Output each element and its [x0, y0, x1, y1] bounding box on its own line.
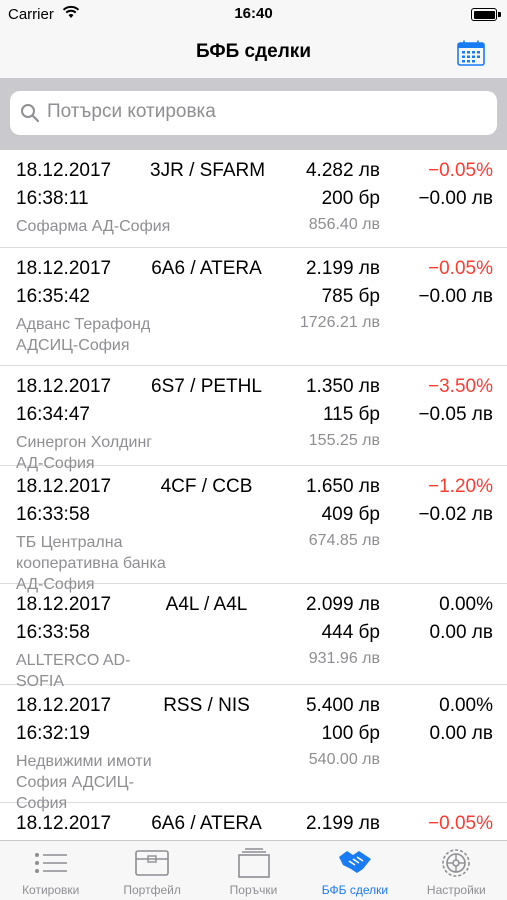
trade-total: 931.96 лв	[308, 650, 380, 667]
trade-total: 155.25 лв	[308, 432, 380, 449]
company-name: Адванс Терафонд АДСИЦ-София	[16, 316, 151, 354]
portfolio-icon	[135, 850, 169, 876]
trade-total: 540.00 лв	[308, 751, 380, 768]
trade-change-percent: −0.05%	[428, 258, 493, 279]
company-name: Софарма АД-София	[16, 218, 171, 235]
trade-time: 16:33:58	[16, 622, 90, 643]
trade-time: 16:32:19	[16, 723, 90, 744]
trade-row[interactable]: 18.12.2017 16:33:58 4CF / CCB 1.650 лв 409 б…	[0, 466, 507, 593]
trade-symbol: 3JR / SFARM	[150, 160, 266, 181]
search-bar-container: Потърси котировка	[0, 78, 507, 150]
trade-price: 1.650 лв	[305, 476, 380, 497]
search-input[interactable]: Потърси котировка	[10, 91, 497, 135]
trade-row[interactable]: 18.12.2017 16:33:58 A4L / A4L 2.099 лв 444 б…	[0, 584, 507, 690]
trade-date: 18.12.2017	[16, 476, 112, 497]
trade-quantity: 409 бр	[321, 504, 380, 525]
trade-price: 2.199 лв	[305, 813, 380, 834]
trade-quantity: 115 бр	[322, 404, 380, 425]
trade-row[interactable]: 18.12.2017 16:38:11 3JR / SFARM 4.282 лв 200…	[0, 150, 507, 248]
tab-label-bse-trades: БФБ сделки	[321, 883, 389, 897]
battery-icon	[471, 8, 497, 21]
page-title: БФБ сделки	[195, 41, 311, 62]
trade-symbol: 6A6 / ATERA	[151, 813, 262, 834]
trade-quantity: 200 бр	[321, 188, 380, 209]
trade-total: 856.40 лв	[308, 216, 380, 233]
list-icon	[34, 853, 67, 873]
trade-change-value: 0.00 лв	[429, 622, 493, 643]
trade-date: 18.12.2017	[16, 376, 112, 397]
tab-portfolio[interactable]: Портфейл	[101, 841, 202, 900]
trade-row[interactable]: 18.12.2017 16:34:47 6S7 / PETHL 1.350 лв 115…	[0, 366, 507, 472]
trade-symbol: 6S7 / PETHL	[151, 376, 262, 397]
calendar-icon[interactable]	[457, 40, 485, 66]
trade-date: 18.12.2017	[16, 594, 112, 615]
status-bar: Carrier 16:40	[0, 0, 507, 28]
tab-orders[interactable]: Поръчки	[203, 841, 304, 900]
trade-date: 18.12.2017	[16, 813, 112, 834]
trade-date: 18.12.2017	[16, 695, 112, 716]
tab-bar: Котировки Портфейл Поръчки БФБ сделки На…	[0, 840, 507, 900]
tab-bse-trades[interactable]: БФБ сделки	[304, 841, 405, 900]
trade-change-value: −0.02 лв	[418, 504, 493, 525]
search-icon	[21, 104, 40, 123]
trades-list[interactable]: 18.12.2017 16:38:11 3JR / SFARM 4.282 лв 200…	[0, 150, 507, 840]
trade-change-value: −0.00 лв	[418, 188, 493, 209]
trade-date: 18.12.2017	[16, 258, 112, 279]
status-time: 16:40	[234, 5, 273, 22]
handshake-icon	[338, 851, 371, 873]
orders-icon	[237, 848, 270, 878]
tab-label-orders: Поръчки	[229, 883, 278, 897]
trade-quantity: 444 бр	[321, 622, 380, 643]
trade-change-value: −0.05 лв	[418, 404, 493, 425]
trade-change-value: −0.00 лв	[418, 286, 493, 307]
trade-symbol: 6A6 / ATERA	[151, 258, 262, 279]
trade-time: 16:34:47	[16, 404, 90, 425]
trade-change-percent: −3.50%	[428, 376, 493, 397]
navigation-bar: БФБ сделки	[0, 28, 507, 78]
trade-change-value: 0.00 лв	[429, 723, 493, 744]
trade-change-percent: −1.20%	[428, 476, 493, 497]
trade-time: 16:38:11	[16, 188, 89, 209]
trade-change-percent: −0.05%	[428, 160, 493, 181]
trade-price: 2.199 лв	[305, 258, 380, 279]
trade-row[interactable]: 18.12.2017 16:32:19 RSS / NIS 5.400 лв 100 б…	[0, 685, 507, 812]
trade-row[interactable]: 18.12.2017 16:35:42 6A6 / ATERA 2.199 лв 785…	[0, 248, 507, 366]
trade-price: 1.350 лв	[305, 376, 380, 397]
trade-change-percent: −0.05%	[428, 813, 493, 834]
tab-settings[interactable]: Настройки	[406, 841, 507, 900]
trade-total: 674.85 лв	[308, 532, 380, 549]
battery-tip	[498, 12, 501, 17]
trade-quantity: 100 бр	[321, 723, 380, 744]
tab-label-portfolio: Портфейл	[123, 883, 181, 897]
trade-price: 2.099 лв	[305, 594, 380, 615]
trade-price: 5.400 лв	[305, 695, 380, 716]
trade-symbol: RSS / NIS	[163, 695, 250, 716]
tab-label-quotes: Котировки	[22, 883, 80, 897]
trade-time: 16:35:42	[16, 286, 90, 307]
trade-symbol: A4L / A4L	[165, 594, 248, 615]
trade-row[interactable]: 18.12.2017 6A6 / ATERA 2.199 лв −0.05%	[0, 803, 507, 840]
trade-total: 1726.21 лв	[299, 314, 380, 331]
settings-gear-icon	[442, 849, 471, 877]
tab-label-settings: Настройки	[426, 883, 486, 897]
trade-change-percent: 0.00%	[439, 695, 493, 716]
trade-quantity: 785 бр	[321, 286, 380, 307]
search-placeholder: Потърси котировка	[47, 101, 216, 122]
trade-price: 4.282 лв	[305, 160, 380, 181]
trade-date: 18.12.2017	[16, 160, 112, 181]
trade-change-percent: 0.00%	[439, 594, 493, 615]
trade-time: 16:33:58	[16, 504, 90, 525]
trade-symbol: 4CF / CCB	[160, 476, 253, 497]
tab-quotes[interactable]: Котировки	[0, 841, 101, 900]
